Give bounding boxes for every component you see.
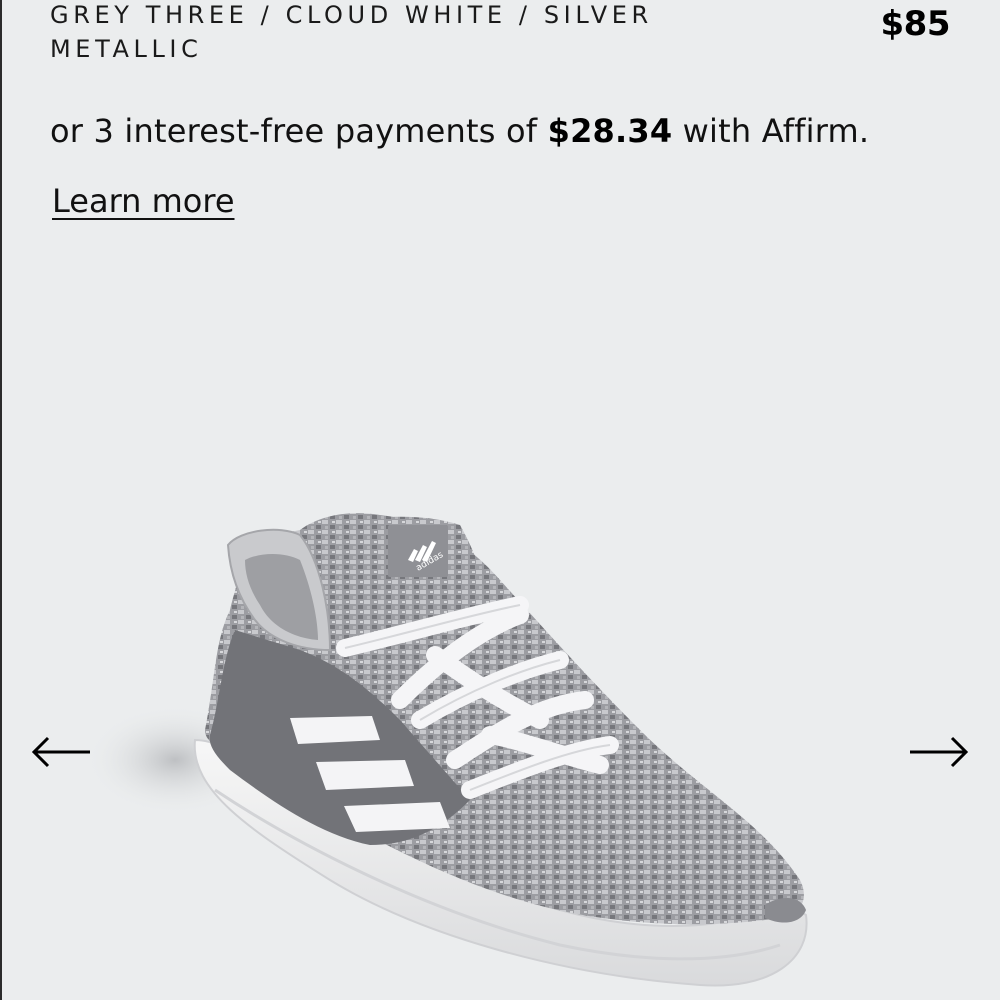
affirm-message: or 3 interest-free payments of $28.34 wi… [50,112,869,150]
carousel-next-button[interactable] [908,732,970,772]
left-divider [0,0,2,1000]
product-color-name: GREY THREE / CLOUD WHITE / SILVER METALL… [50,1,653,63]
svg-text:adidas: adidas [415,550,446,574]
carousel-prev-button[interactable] [30,732,92,772]
arrow-right-icon [910,736,969,768]
product-image: adidas [85,513,808,987]
product-page: GREY THREE / CLOUD WHITE / SILVER METALL… [0,0,1000,1000]
affirm-amount: $28.34 [547,112,673,150]
adidas-logo [408,541,436,562]
affirm-prefix: or 3 interest-free payments of [50,112,548,150]
arrow-left-icon [31,736,90,768]
learn-more-link[interactable]: Learn more [52,182,235,220]
three-stripes [290,716,450,832]
product-price: $85 [880,4,951,44]
affirm-suffix: with Affirm. [672,112,870,150]
